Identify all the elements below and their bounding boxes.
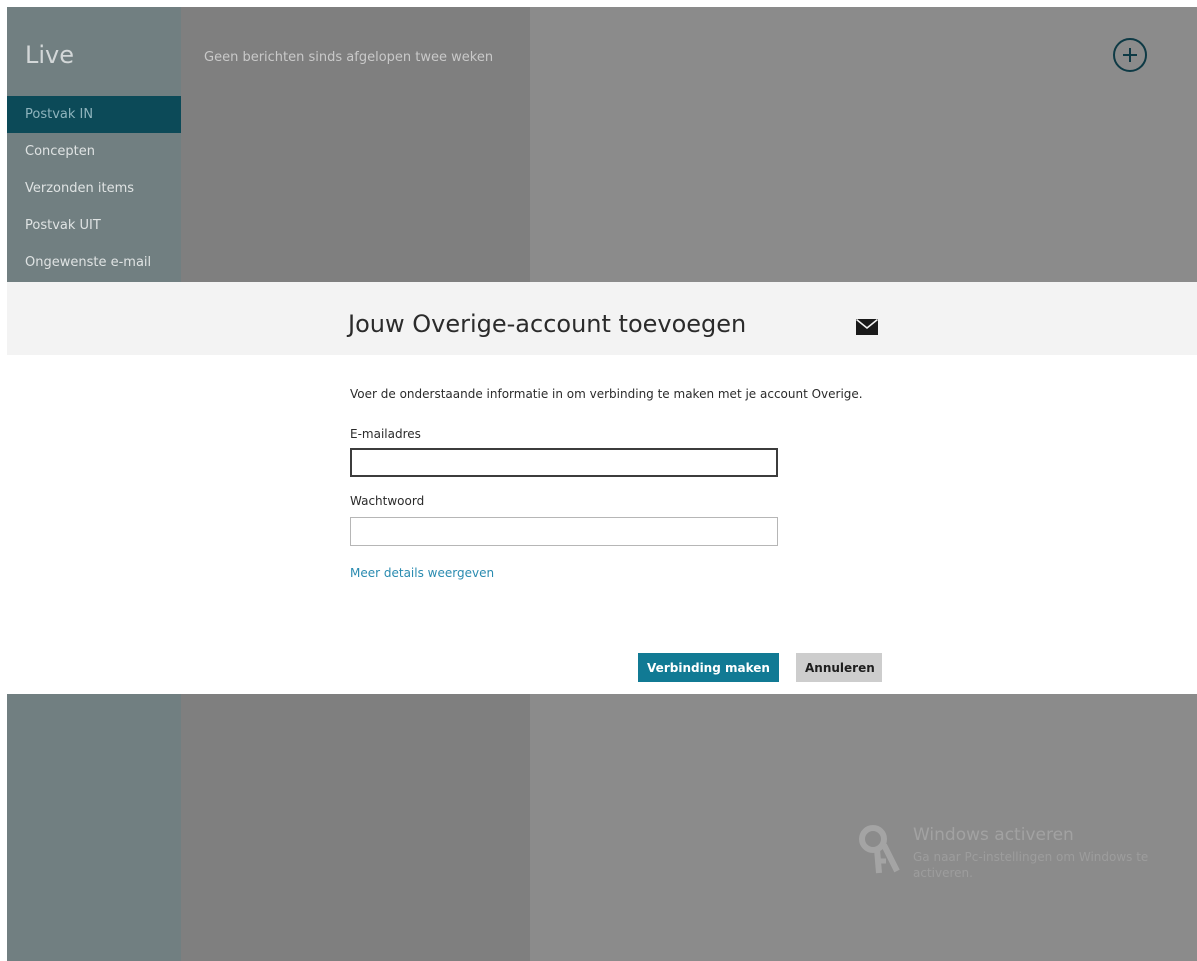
dialog-description: Voer de onderstaande informatie in om ve… bbox=[350, 387, 863, 401]
mail-app-screen: Live Postvak IN Concepten Verzonden item… bbox=[7, 7, 1197, 961]
empty-message-list-text: Geen berichten sinds afgelopen twee weke… bbox=[204, 50, 494, 65]
new-message-button[interactable] bbox=[1113, 38, 1147, 72]
folder-item-inbox[interactable]: Postvak IN bbox=[7, 96, 181, 133]
show-more-details-link[interactable]: Meer details weergeven bbox=[350, 566, 494, 580]
connect-button[interactable]: Verbinding maken bbox=[638, 653, 779, 682]
email-field[interactable] bbox=[350, 448, 778, 477]
dialog-title: Jouw Overige-account toevoegen bbox=[348, 310, 747, 338]
account-title: Live bbox=[25, 41, 75, 69]
windows-activation-watermark: Windows activeren Ga naar Pc-instellinge… bbox=[857, 821, 1177, 891]
add-account-dialog: Jouw Overige-account toevoegen Voer de o… bbox=[7, 282, 1197, 694]
plus-circle-icon bbox=[1123, 48, 1137, 62]
password-label: Wachtwoord bbox=[350, 494, 425, 508]
email-label: E-mailadres bbox=[350, 427, 421, 441]
activation-text: Ga naar Pc-instellingen om Windows te ac… bbox=[913, 850, 1149, 880]
folder-item-outbox[interactable]: Postvak UIT bbox=[7, 207, 181, 244]
folder-list: Postvak IN Concepten Verzonden items Pos… bbox=[7, 96, 181, 281]
key-icon bbox=[859, 825, 900, 874]
mail-envelope-icon bbox=[856, 319, 878, 335]
folder-item-drafts[interactable]: Concepten bbox=[7, 133, 181, 170]
activation-title: Windows activeren bbox=[913, 825, 1074, 845]
dialog-header: Jouw Overige-account toevoegen bbox=[7, 282, 1197, 355]
password-field[interactable] bbox=[350, 517, 778, 546]
cancel-button[interactable]: Annuleren bbox=[796, 653, 882, 682]
folder-item-junk[interactable]: Ongewenste e-mail bbox=[7, 244, 181, 281]
folder-item-sent[interactable]: Verzonden items bbox=[7, 170, 181, 207]
